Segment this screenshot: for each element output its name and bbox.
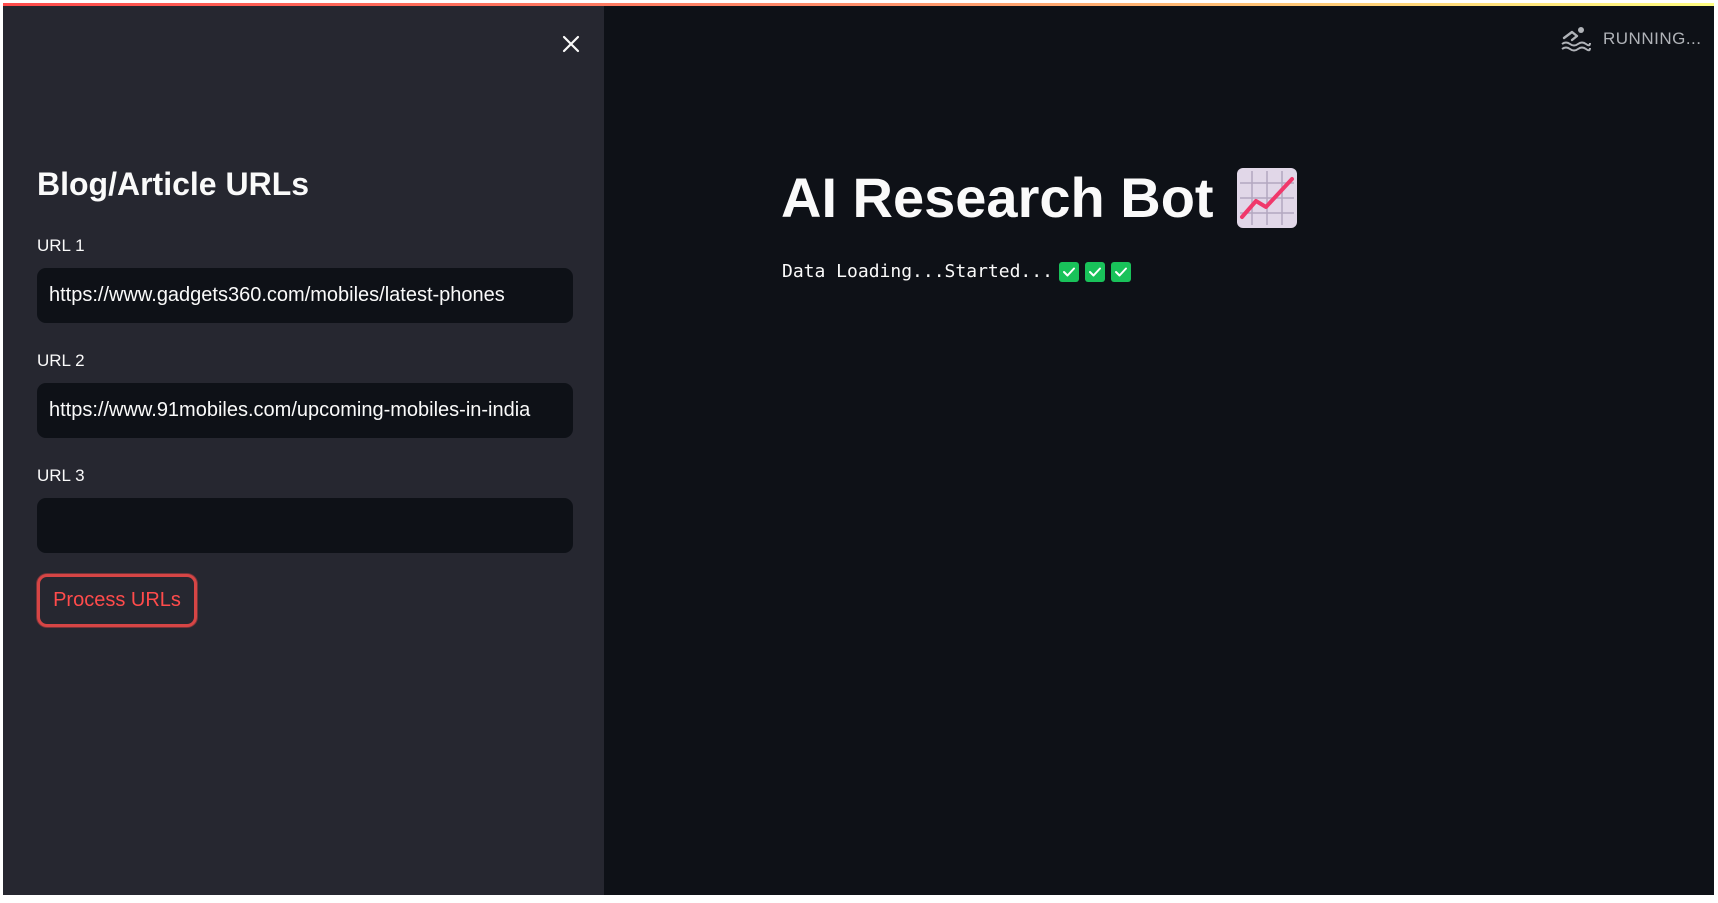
check-mark-icon: [1058, 261, 1079, 282]
loading-text: Data Loading...Started...: [782, 261, 1053, 282]
url-3-input[interactable]: [37, 498, 573, 553]
close-sidebar-button[interactable]: [558, 31, 584, 57]
url-2-label: URL 2: [37, 351, 85, 370]
close-icon: [562, 35, 580, 53]
status-text: RUNNING...: [1603, 29, 1702, 48]
process-urls-button[interactable]: Process URLs: [37, 574, 197, 627]
page-title-text: AI Research Bot: [781, 166, 1214, 229]
running-status: RUNNING...: [1559, 23, 1702, 55]
loading-status: Data Loading...Started...: [782, 261, 1131, 282]
sidebar-title: Blog/Article URLs: [37, 166, 310, 202]
page-title: AI Research Bot: [781, 163, 1298, 233]
url-1-label: URL 1: [37, 236, 85, 255]
app-window: Blog/Article URLs URL 1 URL 2 URL 3 Proc…: [3, 3, 1714, 895]
check-mark-icon: [1110, 261, 1131, 282]
top-decoration-bar: [3, 3, 1714, 6]
sidebar: Blog/Article URLs URL 1 URL 2 URL 3 Proc…: [3, 6, 604, 895]
url-1-input[interactable]: [37, 268, 573, 323]
check-mark-icon: [1084, 261, 1105, 282]
url-2-input[interactable]: [37, 383, 573, 438]
swimmer-icon: [1561, 27, 1591, 52]
chart-increasing-icon: [1236, 168, 1297, 228]
url-3-label: URL 3: [37, 466, 85, 485]
